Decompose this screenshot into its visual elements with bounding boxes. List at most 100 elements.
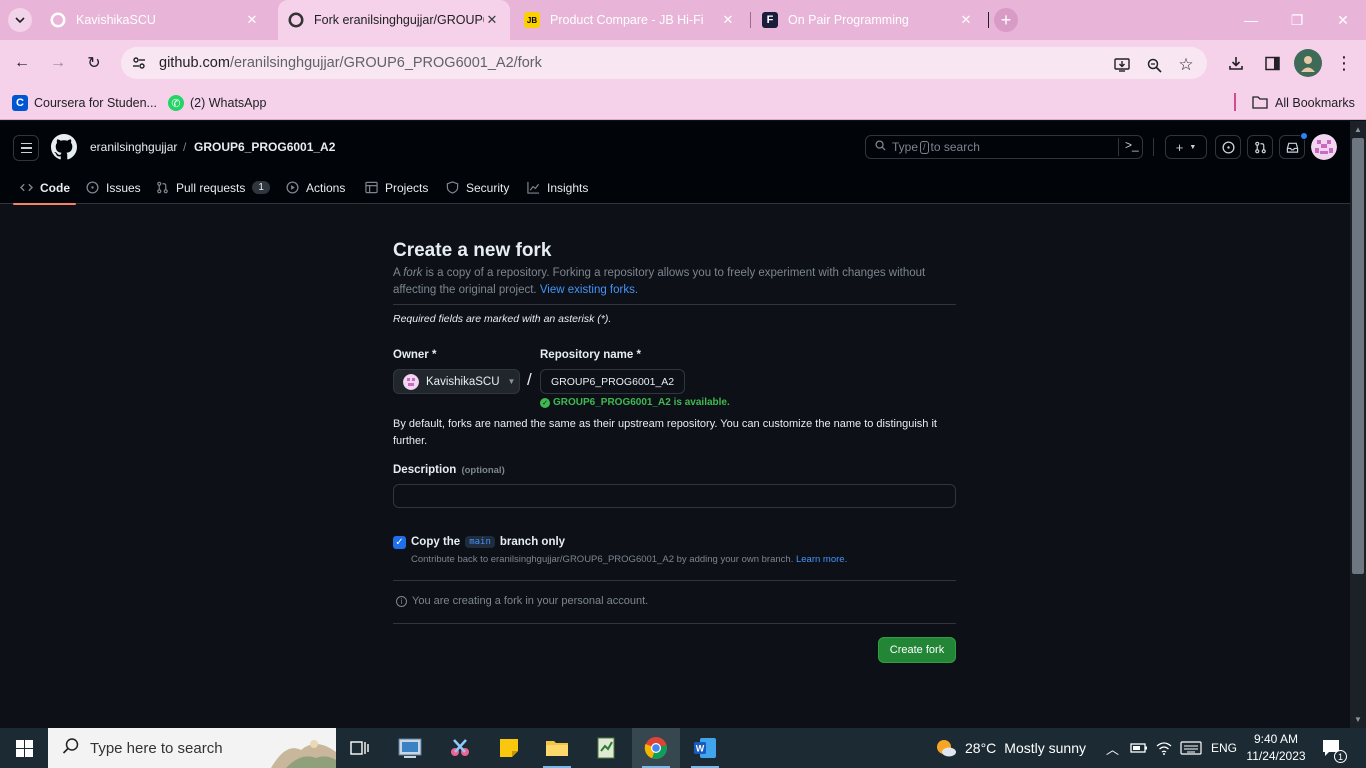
github-search-input[interactable]: Type / to search >_: [865, 135, 1143, 159]
download-icon[interactable]: [1224, 51, 1248, 75]
address-bar[interactable]: github.com/eranilsinghgujjar/GROUP6_PROG…: [121, 47, 1207, 79]
start-button[interactable]: [0, 728, 48, 768]
learn-more-link[interactable]: Learn more.: [796, 554, 847, 565]
tab-code[interactable]: Code: [13, 171, 76, 205]
weather-temperature: 28°C: [965, 740, 997, 756]
back-button[interactable]: ←: [10, 51, 34, 75]
forward-button[interactable]: →: [46, 51, 70, 75]
task-view-button[interactable]: [336, 728, 384, 768]
contribute-note: Contribute back to eranilsinghgujjar/GRO…: [411, 554, 848, 565]
browser-tab-fork[interactable]: Fork eranilsinghgujjar/GROUP6_PROG6001_A…: [278, 0, 510, 40]
copy-main-branch-checkbox[interactable]: ✓: [393, 536, 406, 549]
taskbar-app-file-explorer[interactable]: [533, 728, 581, 768]
reload-button[interactable]: ↻: [82, 51, 106, 75]
repository-name-input[interactable]: GROUP6_PROG6001_A2: [540, 369, 685, 394]
taskbar-app-word[interactable]: W: [681, 728, 729, 768]
tab-pull-requests[interactable]: Pull requests 1: [155, 171, 270, 204]
divider: [393, 623, 956, 624]
battery-icon[interactable]: [1130, 728, 1148, 768]
tab-search-button[interactable]: [8, 8, 32, 32]
pull-requests-button[interactable]: [1247, 135, 1273, 159]
install-app-icon[interactable]: [1111, 54, 1133, 76]
wifi-icon[interactable]: [1156, 728, 1172, 768]
close-icon[interactable]: ✕: [720, 12, 736, 28]
clock-time: 9:40 AM: [1253, 732, 1299, 746]
user-avatar[interactable]: [1311, 134, 1337, 160]
zoom-icon[interactable]: [1143, 54, 1165, 76]
description-input[interactable]: [393, 484, 956, 508]
scroll-up-arrow[interactable]: ▲: [1350, 121, 1366, 137]
hamburger-menu-button[interactable]: [13, 135, 39, 161]
keyboard-icon[interactable]: [1180, 728, 1202, 768]
scrollbar-thumb[interactable]: [1352, 138, 1364, 574]
notification-center-button[interactable]: 1: [1322, 728, 1347, 768]
site-info-icon[interactable]: [129, 53, 149, 73]
tab-insights[interactable]: Insights: [526, 171, 588, 204]
bookmark-star-icon[interactable]: ☆: [1175, 54, 1197, 76]
inbox-button[interactable]: [1279, 132, 1308, 159]
bookmark-coursera[interactable]: C Coursera for Studen...: [12, 92, 157, 114]
restore-button[interactable]: ❐: [1274, 0, 1320, 40]
profile-avatar[interactable]: [1294, 49, 1322, 77]
side-panel-icon[interactable]: [1260, 51, 1284, 75]
issues-button[interactable]: [1215, 135, 1241, 159]
tab-projects[interactable]: Projects: [364, 171, 428, 204]
create-fork-button[interactable]: Create fork: [878, 637, 956, 663]
taskbar-app-chrome[interactable]: [632, 728, 680, 768]
restore-icon: ❐: [1290, 11, 1304, 28]
owner-value: KavishikaSCU: [426, 375, 500, 388]
availability-message: ✓ GROUP6_PROG6001_A2 is available.: [540, 397, 730, 408]
breadcrumb-owner[interactable]: eranilsinghgujjar: [90, 140, 177, 154]
tab-label: Security: [466, 180, 510, 195]
browser-tab-kavishikascu[interactable]: KavishikaSCU ✕: [40, 5, 270, 35]
close-window-button[interactable]: ✕: [1320, 0, 1366, 40]
close-icon[interactable]: ✕: [958, 12, 974, 28]
bookmark-label: Coursera for Studen...: [34, 96, 157, 110]
close-icon[interactable]: ✕: [244, 12, 260, 28]
close-icon[interactable]: ✕: [484, 12, 500, 28]
chevron-up-icon: ︿: [1106, 741, 1120, 757]
taskbar-app-screen[interactable]: [386, 728, 434, 768]
owner-avatar: [403, 373, 419, 390]
taskbar-app-spreadsheet[interactable]: [582, 728, 630, 768]
weather-widget[interactable]: 28°C Mostly sunny: [934, 728, 1086, 768]
tab-issues[interactable]: Issues: [85, 171, 141, 204]
bookmark-whatsapp[interactable]: ✆ (2) WhatsApp: [168, 92, 266, 114]
browser-tab-pair-programming[interactable]: F On Pair Programming ✕: [752, 5, 984, 35]
new-tab-button[interactable]: +: [994, 8, 1018, 32]
divider: [393, 580, 956, 581]
issue-icon: [85, 181, 99, 195]
notification-dot: [1300, 132, 1308, 140]
branch-name-code: main: [465, 536, 495, 548]
github-logo-icon[interactable]: [51, 134, 77, 160]
command-palette-icon[interactable]: >_: [1118, 138, 1139, 156]
taskbar-app-sticky-notes[interactable]: [485, 728, 533, 768]
taskbar-app-snipping[interactable]: [436, 728, 484, 768]
scroll-down-arrow[interactable]: ▼: [1350, 711, 1366, 727]
breadcrumb-separator: /: [183, 140, 187, 154]
create-new-button[interactable]: + ▼: [1165, 135, 1207, 159]
all-bookmarks[interactable]: All Bookmarks: [1252, 92, 1355, 114]
tab-actions[interactable]: Actions: [285, 171, 345, 204]
owner-dropdown[interactable]: KavishikaSCU ▼: [393, 369, 520, 394]
word-icon: W: [694, 738, 716, 758]
tab-security[interactable]: Security: [445, 171, 509, 204]
minimize-button[interactable]: —: [1228, 0, 1274, 40]
personal-account-info: i You are creating a fork in your person…: [396, 595, 648, 607]
browser-tab-jbhifi[interactable]: JB Product Compare - JB Hi-Fi ✕: [514, 5, 746, 35]
breadcrumb-repo[interactable]: GROUP6_PROG6001_A2: [194, 140, 335, 154]
chrome-icon: [644, 737, 667, 760]
system-clock[interactable]: 9:40 AM 11/24/2023: [1236, 731, 1316, 765]
show-hidden-icons-button[interactable]: ︿: [1106, 728, 1119, 768]
taskbar-search-box[interactable]: Type here to search: [48, 728, 336, 768]
view-existing-forks-link[interactable]: View existing forks.: [540, 284, 638, 296]
arrow-right-icon: →: [50, 54, 66, 71]
repository-name-label: Repository name *: [540, 349, 641, 361]
tab-title: Fork eranilsinghgujjar/GROUP6_PROG6001_A…: [314, 13, 484, 27]
input-language-indicator[interactable]: ENG: [1211, 728, 1237, 768]
url-host: github.com: [159, 55, 230, 71]
menu-kebab-icon[interactable]: ⋮: [1332, 51, 1356, 75]
bookmarks-bar: C Coursera for Studen... ✆ (2) WhatsApp …: [0, 86, 1366, 120]
inbox-icon: [1286, 142, 1298, 153]
code-icon: [19, 181, 33, 195]
